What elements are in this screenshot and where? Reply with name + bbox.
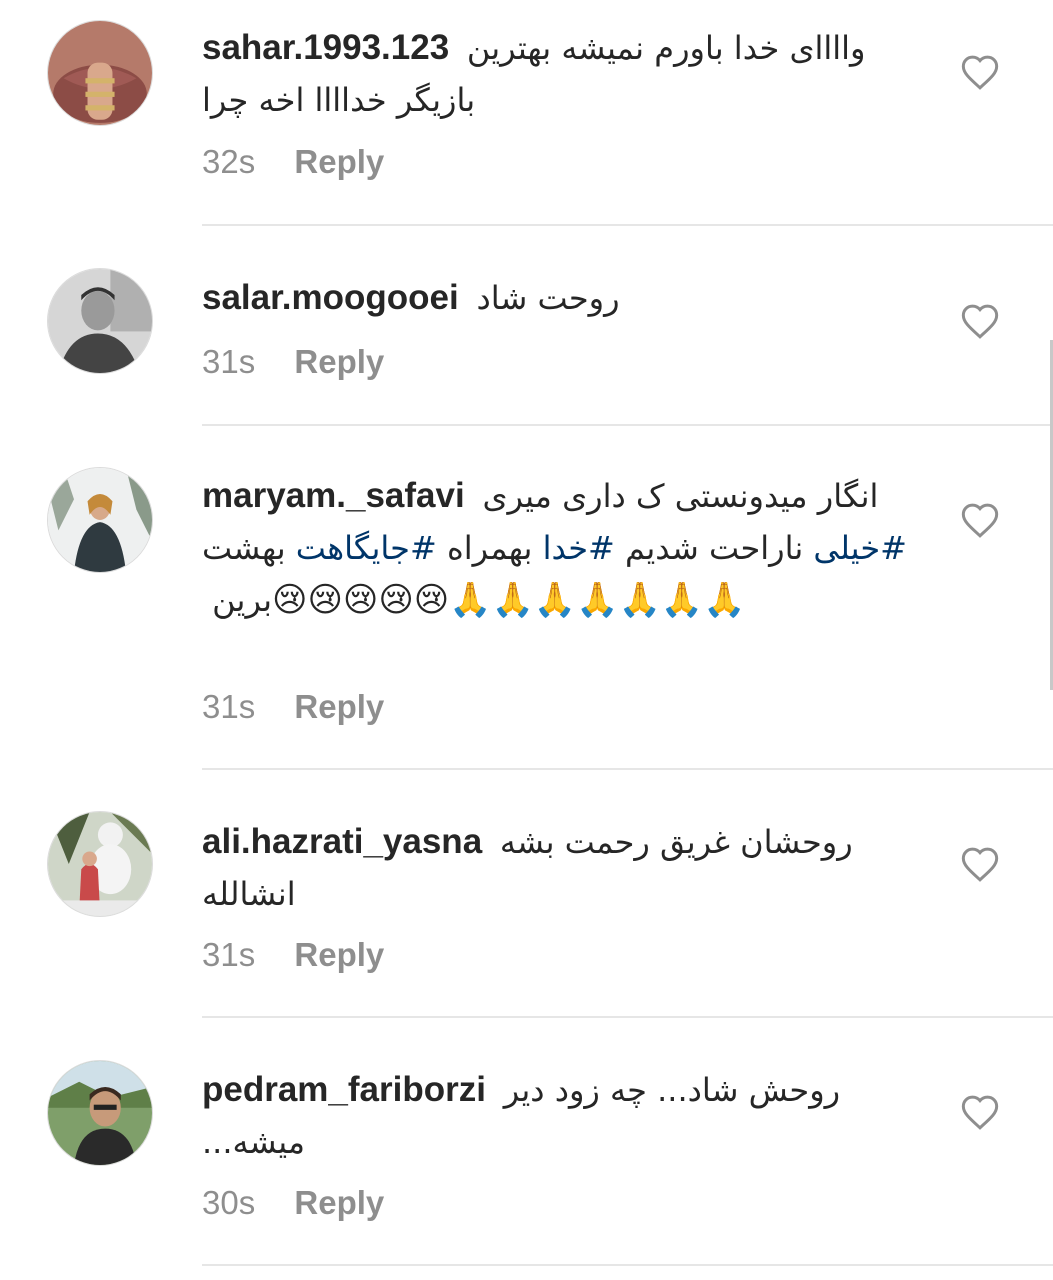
avatar[interactable] (47, 1060, 153, 1166)
comment-time: 30s (202, 1184, 256, 1221)
comment-meta: 31s Reply (202, 687, 384, 727)
comment-time: 32s (202, 143, 256, 180)
comment-meta: 32s Reply (202, 142, 384, 182)
comment-emojis: 😢😢😢😢😢🙏🙏🙏🙏🙏🙏🙏 (272, 580, 746, 620)
hashtag-link[interactable]: #جایگاهت (296, 529, 437, 567)
comment-body: salar.moogooei روحت شاد (202, 272, 912, 324)
comment-meta: 30s Reply (202, 1183, 384, 1223)
comment-text-part: ناراحت شدیم (625, 529, 804, 567)
hashtag-link[interactable]: #خیلی (813, 529, 907, 567)
comment-time: 31s (202, 688, 256, 725)
comment-time: 31s (202, 936, 256, 973)
avatar-image (48, 468, 152, 572)
comment-username[interactable]: maryam._safavi (202, 476, 465, 515)
comment-body: maryam._safavi انگار میدونستی ک داری میر… (202, 470, 912, 626)
heart-outline-icon[interactable] (960, 53, 1000, 91)
comment-text-part: بهمراه (446, 529, 533, 567)
comment-body: pedram_fariborzi روحش شاد... چه زود دیر … (202, 1064, 912, 1168)
comment-username[interactable]: sahar.1993.123 (202, 28, 449, 67)
comment-body: sahar.1993.123 واااای خدا باورم نمیشه به… (202, 22, 912, 126)
divider (202, 1264, 1053, 1266)
comment-username[interactable]: salar.moogooei (202, 278, 459, 317)
comment-meta: 31s Reply (202, 342, 384, 382)
comment-body: ali.hazrati_yasna روحشان غریق رحمت بشه ا… (202, 816, 912, 920)
reply-button[interactable]: Reply (294, 936, 384, 973)
reply-button[interactable]: Reply (294, 143, 384, 180)
divider (202, 424, 1053, 426)
avatar[interactable] (47, 811, 153, 917)
heart-outline-icon[interactable] (960, 845, 1000, 883)
heart-outline-icon[interactable] (960, 302, 1000, 340)
avatar-image (48, 1061, 152, 1165)
reply-button[interactable]: Reply (294, 343, 384, 380)
comment-text: روحت شاد (476, 279, 620, 317)
avatar[interactable] (47, 268, 153, 374)
comment-username[interactable]: ali.hazrati_yasna (202, 822, 482, 861)
comment-text-part: انگار میدونستی ک داری میری (482, 477, 879, 515)
hashtag-link[interactable]: #خدا (543, 529, 615, 567)
avatar-image (48, 812, 152, 916)
heart-outline-icon[interactable] (960, 1093, 1000, 1131)
comment-time: 31s (202, 343, 256, 380)
avatar-image (48, 21, 152, 125)
divider (202, 224, 1053, 226)
comment-meta: 31s Reply (202, 935, 384, 975)
avatar[interactable] (47, 467, 153, 573)
avatar-image (48, 269, 152, 373)
reply-button[interactable]: Reply (294, 1184, 384, 1221)
comment-username[interactable]: pedram_fariborzi (202, 1070, 486, 1109)
divider (202, 768, 1053, 770)
avatar[interactable] (47, 20, 153, 126)
heart-outline-icon[interactable] (960, 501, 1000, 539)
divider (202, 1016, 1053, 1018)
reply-button[interactable]: Reply (294, 688, 384, 725)
